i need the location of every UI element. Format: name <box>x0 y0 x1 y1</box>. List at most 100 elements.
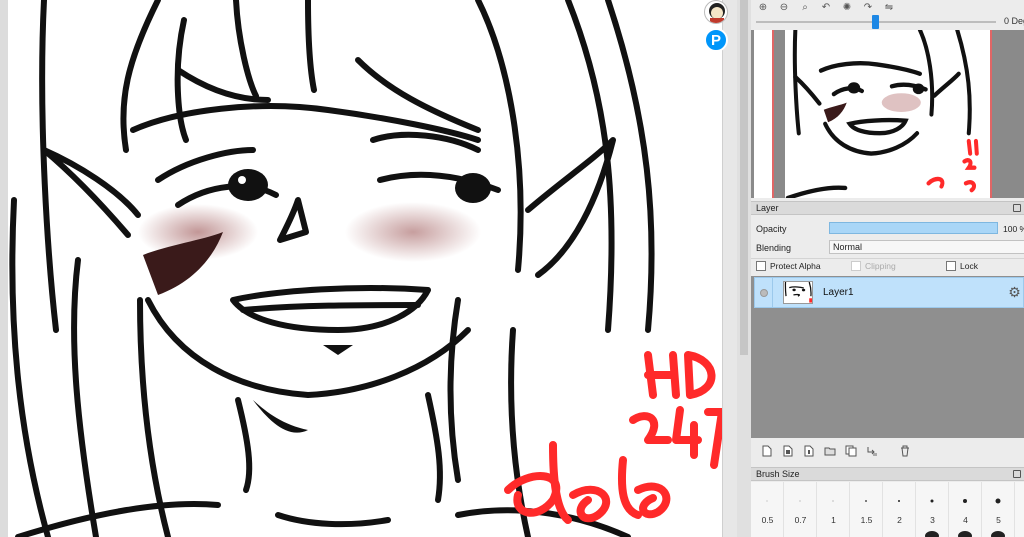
layer-name[interactable]: Layer1 <box>823 287 854 298</box>
navigator-toolbar: ⊕ ⊖ ⌕ ↶ ✺ ↷ ⇋ <box>751 0 1024 14</box>
right-panel: ⊕ ⊖ ⌕ ↶ ✺ ↷ ⇋ 0 Deg <box>751 0 1024 537</box>
brush-size-title: Brush Size <box>756 469 800 479</box>
new-8bit-layer-icon[interactable] <box>781 444 795 458</box>
new-1bit-layer-icon[interactable] <box>802 444 816 458</box>
clipping-label: Clipping <box>865 261 896 271</box>
brush-size-header[interactable]: Brush Size <box>751 467 1024 481</box>
flip-icon[interactable]: ⇋ <box>883 1 895 13</box>
zoom-out-icon[interactable]: ⊖ <box>778 1 790 13</box>
brush-preview-dot <box>958 531 972 537</box>
layer-panel-header[interactable]: Layer <box>751 201 1024 215</box>
brush-preview-dot <box>963 499 967 503</box>
opacity-slider[interactable] <box>829 222 998 234</box>
blending-label: Blending <box>756 243 792 253</box>
lock-checkbox[interactable]: Lock <box>946 261 978 271</box>
navigator-thumbnail-image <box>785 30 979 198</box>
brush-size-label: 1 <box>831 515 836 525</box>
protect-alpha-box[interactable] <box>756 261 766 271</box>
collapse-icon[interactable] <box>1013 204 1021 212</box>
lock-label: Lock <box>960 261 978 271</box>
layer-panel-title: Layer <box>756 203 779 213</box>
brush-size-label: 0.5 <box>761 515 774 525</box>
new-layer-icon[interactable] <box>760 444 774 458</box>
brush-preview-dot <box>799 500 801 502</box>
rotation-slider-thumb[interactable] <box>872 15 879 29</box>
visibility-toggle-icon[interactable] <box>760 289 768 297</box>
navigator-margin-right <box>990 30 1024 198</box>
brush-preview-dot <box>991 531 1005 537</box>
brush-preview-dot <box>995 498 1001 504</box>
rotate-right-icon[interactable]: ↷ <box>862 1 874 13</box>
new-folder-glyph <box>824 447 836 456</box>
canvas-area[interactable] <box>0 0 737 537</box>
new-layer-glyph <box>762 445 772 457</box>
rotate-reset-icon[interactable]: ✺ <box>841 1 853 13</box>
merge-down-icon[interactable] <box>865 444 879 458</box>
merge-down-glyph <box>867 447 877 456</box>
blending-mode-select[interactable]: Normal <box>829 240 1024 254</box>
protect-alpha-label: Protect Alpha <box>770 261 821 271</box>
brush-preview-dot <box>925 531 939 537</box>
brush-preview-dot <box>930 499 934 503</box>
blending-row: Blending Normal <box>751 239 1024 256</box>
brush-size-cell[interactable]: 2 <box>883 482 916 537</box>
rotation-slider-row: 0 Deg <box>751 14 1024 30</box>
brush-preview-dot <box>865 500 867 502</box>
zoom-fit-icon[interactable]: ⌕ <box>799 1 811 13</box>
app-window: P ⊕ ⊖ ⌕ ↶ ✺ ↷ ⇋ 0 Deg <box>0 0 1024 537</box>
rotate-left-icon[interactable]: ↶ <box>820 1 832 13</box>
layer-thumbnail-image <box>784 282 812 303</box>
zoom-in-icon[interactable]: ⊕ <box>757 1 769 13</box>
layer-toolbar <box>751 438 1024 464</box>
clipping-box[interactable] <box>851 261 861 271</box>
drawing-canvas[interactable] <box>8 0 722 537</box>
protect-alpha-checkbox[interactable]: Protect Alpha <box>756 261 821 271</box>
layer-row[interactable]: Layer1 ⚙ <box>754 277 1024 308</box>
gear-icon[interactable]: ⚙ <box>1007 285 1022 300</box>
collapse-icon[interactable] <box>1013 470 1021 478</box>
brush-size-label: 4 <box>963 515 968 525</box>
brush-preview-dot <box>766 500 768 502</box>
layer-row-divider <box>772 278 773 307</box>
brush-size-cell[interactable]: 3 <box>916 482 949 537</box>
brush-size-label: 2 <box>897 515 902 525</box>
lock-box[interactable] <box>946 261 956 271</box>
brush-size-cell[interactable]: 1.5 <box>850 482 883 537</box>
brush-size-cell[interactable]: 5 <box>982 482 1015 537</box>
layer-thumbnail <box>783 281 813 304</box>
brush-size-cell[interactable]: 4 <box>949 482 982 537</box>
duplicate-layer-icon[interactable] <box>844 444 858 458</box>
layer-list: Layer1 ⚙ <box>751 276 1024 438</box>
rotation-value: 0 Deg <box>1004 16 1024 26</box>
new-1bit-layer-glyph <box>804 445 814 457</box>
clipping-checkbox[interactable]: Clipping <box>851 261 896 271</box>
opacity-label: Opacity <box>756 224 787 234</box>
brush-preview-dot <box>832 500 834 502</box>
brush-preview-dot <box>898 500 900 502</box>
delete-layer-icon[interactable] <box>898 444 912 458</box>
pixiv-button[interactable]: P <box>704 28 728 52</box>
layer-options-row: Protect Alpha Clipping Lock <box>751 258 1024 275</box>
brush-size-label: 0.7 <box>794 515 807 525</box>
user-avatar[interactable] <box>704 0 728 24</box>
brush-size-cell[interactable]: 0.5 <box>751 482 784 537</box>
brush-size-label: 5 <box>996 515 1001 525</box>
navigator-margin-left <box>754 30 774 198</box>
brush-size-cell[interactable]: 1 <box>817 482 850 537</box>
canvas-margin <box>722 0 737 537</box>
brush-size-label: 3 <box>930 515 935 525</box>
brush-size-grid: 0.5 0.7 1 1.5 2 3 4 5 <box>751 482 1024 537</box>
brush-size-label: 1.5 <box>860 515 873 525</box>
duplicate-layer-glyph <box>845 445 857 457</box>
new-8bit-layer-glyph <box>783 445 793 457</box>
vertical-scrollbar[interactable] <box>737 0 751 537</box>
opacity-row: Opacity 100 % <box>751 220 1024 237</box>
opacity-value: 100 % <box>1003 224 1024 234</box>
navigator-thumbnail[interactable] <box>785 30 990 198</box>
navigator-preview-panel[interactable] <box>751 30 1024 198</box>
new-folder-icon[interactable] <box>823 444 837 458</box>
trash-glyph <box>901 445 909 457</box>
pixiv-icon: P <box>710 32 721 49</box>
brush-size-cell[interactable]: 0.7 <box>784 482 817 537</box>
scrollbar-thumb[interactable] <box>740 0 748 355</box>
